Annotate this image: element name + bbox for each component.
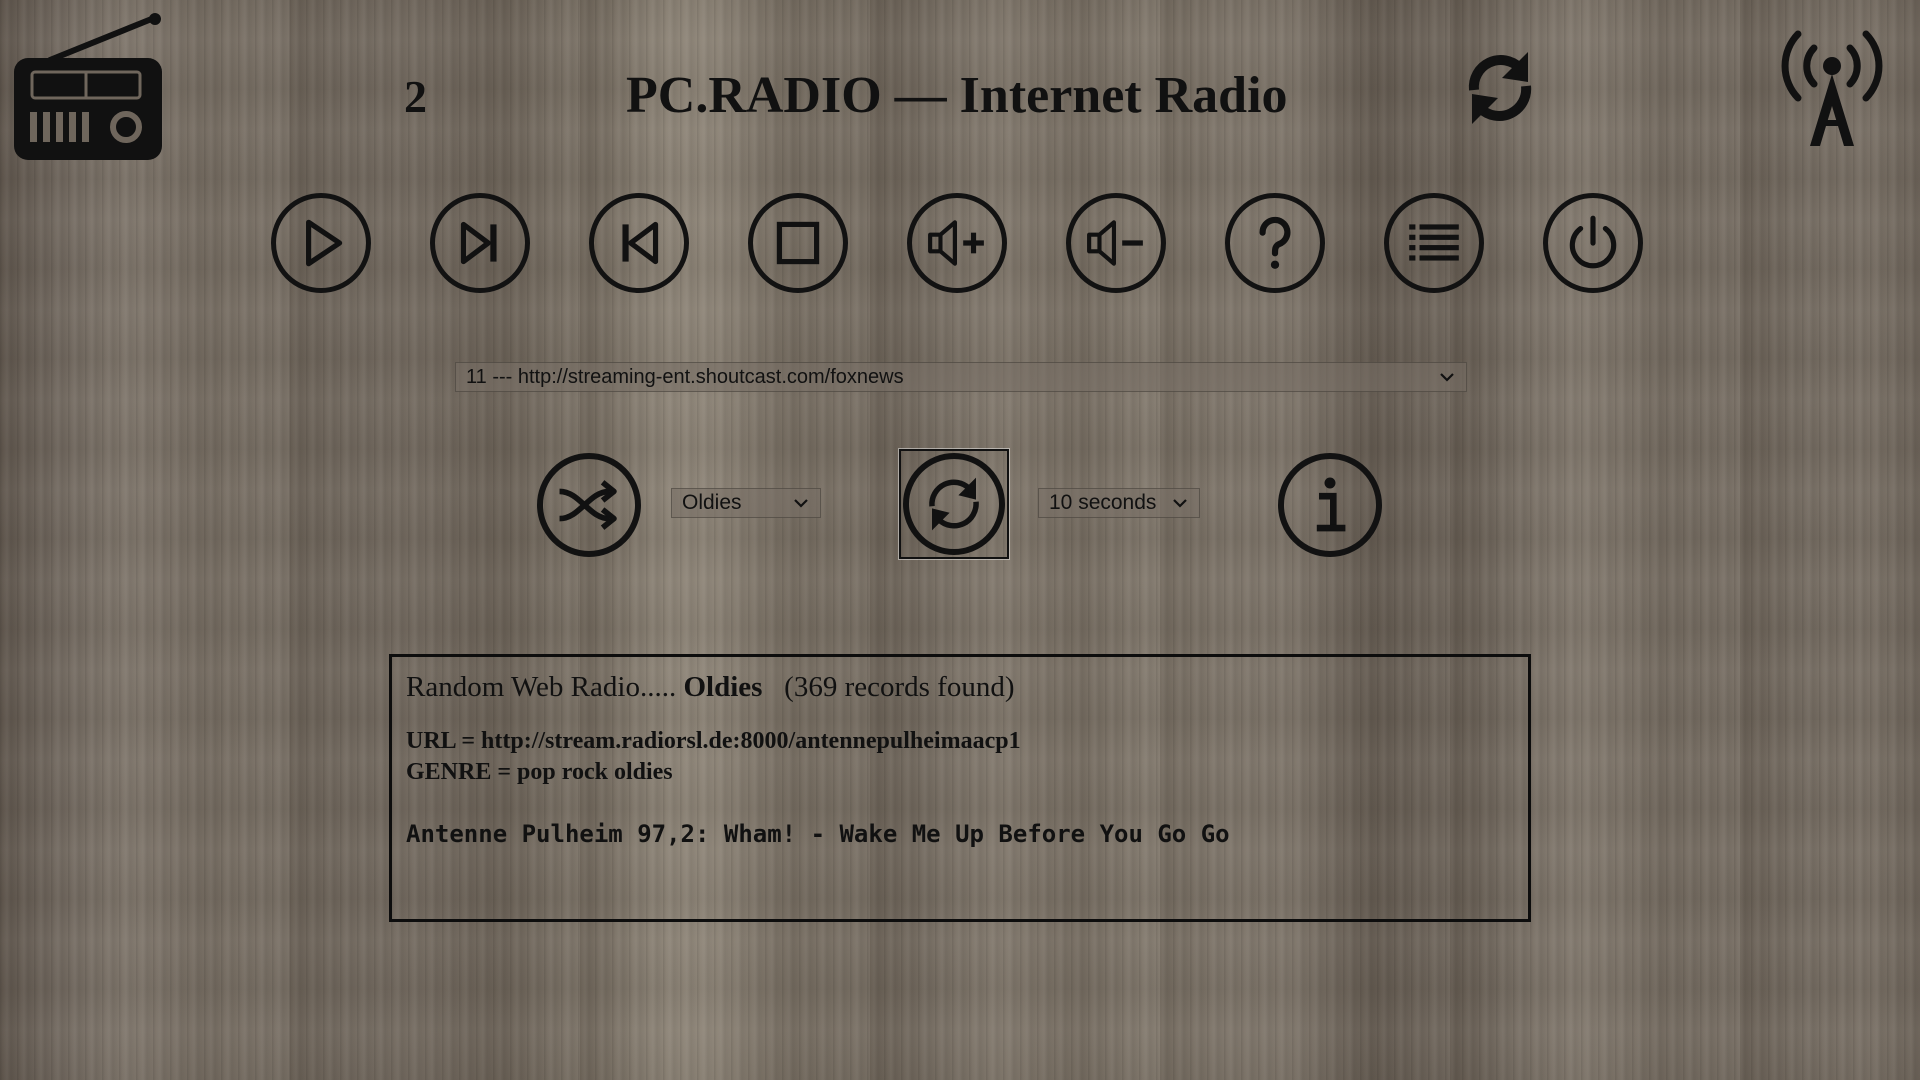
help-button[interactable] — [1225, 193, 1325, 293]
skip-previous-icon — [622, 221, 659, 265]
station-select[interactable]: 11 --- http://streaming-ent.shoutcast.co… — [455, 362, 1467, 392]
random-prefix: Random Web Radio..... — [406, 671, 677, 703]
station-select-value: 11 --- http://streaming-ent.shoutcast.co… — [466, 365, 904, 388]
chevron-down-icon — [1173, 499, 1187, 508]
list-icon — [1409, 224, 1459, 261]
volume-down-icon — [1087, 220, 1143, 266]
power-button[interactable] — [1543, 193, 1643, 293]
play-icon — [306, 219, 343, 267]
chevron-down-icon — [1440, 373, 1454, 382]
interval-select[interactable]: 10 seconds — [1038, 488, 1200, 518]
refresh-icon[interactable] — [1458, 46, 1542, 130]
next-button[interactable] — [430, 193, 530, 293]
auto-refresh-toggle[interactable] — [898, 448, 1010, 560]
radio-icon — [12, 12, 164, 164]
stop-icon — [776, 221, 820, 265]
help-icon — [1259, 216, 1291, 269]
volume-up-button[interactable] — [907, 193, 1007, 293]
station-info-panel: Random Web Radio..... Oldies (369 record… — [389, 654, 1531, 922]
play-button[interactable] — [271, 193, 371, 293]
shuffle-icon — [559, 480, 617, 530]
list-button[interactable] — [1384, 193, 1484, 293]
stream-genre: GENRE = pop rock oldies — [406, 759, 673, 785]
stop-button[interactable] — [748, 193, 848, 293]
previous-button[interactable] — [589, 193, 689, 293]
volume-down-button[interactable] — [1066, 193, 1166, 293]
random-summary: Random Web Radio..... Oldies (369 record… — [406, 671, 1514, 704]
genre-select-value: Oldies — [682, 491, 742, 514]
records-count: (369 records found) — [784, 671, 1015, 703]
info-button[interactable] — [1278, 453, 1382, 557]
power-icon — [1569, 215, 1617, 269]
interval-select-value: 10 seconds — [1049, 491, 1157, 514]
page-title: PC.RADIO — Internet Radio — [626, 67, 1288, 124]
stream-url: URL = http://stream.radiorsl.de:8000/ant… — [406, 728, 1021, 754]
volume-up-icon — [928, 220, 984, 266]
shuffle-button[interactable] — [537, 453, 641, 557]
skip-next-icon — [460, 221, 497, 265]
genre-select[interactable]: Oldies — [671, 488, 821, 518]
station-counter: 2 — [404, 71, 427, 122]
broadcast-antenna-icon — [1776, 28, 1888, 148]
auto-refresh-icon — [929, 477, 979, 531]
now-playing: Antenne Pulheim 97,2: Wham! - Wake Me Up… — [406, 820, 1230, 848]
random-genre: Oldies — [683, 671, 763, 703]
chevron-down-icon — [794, 499, 808, 508]
info-icon — [1316, 477, 1346, 532]
